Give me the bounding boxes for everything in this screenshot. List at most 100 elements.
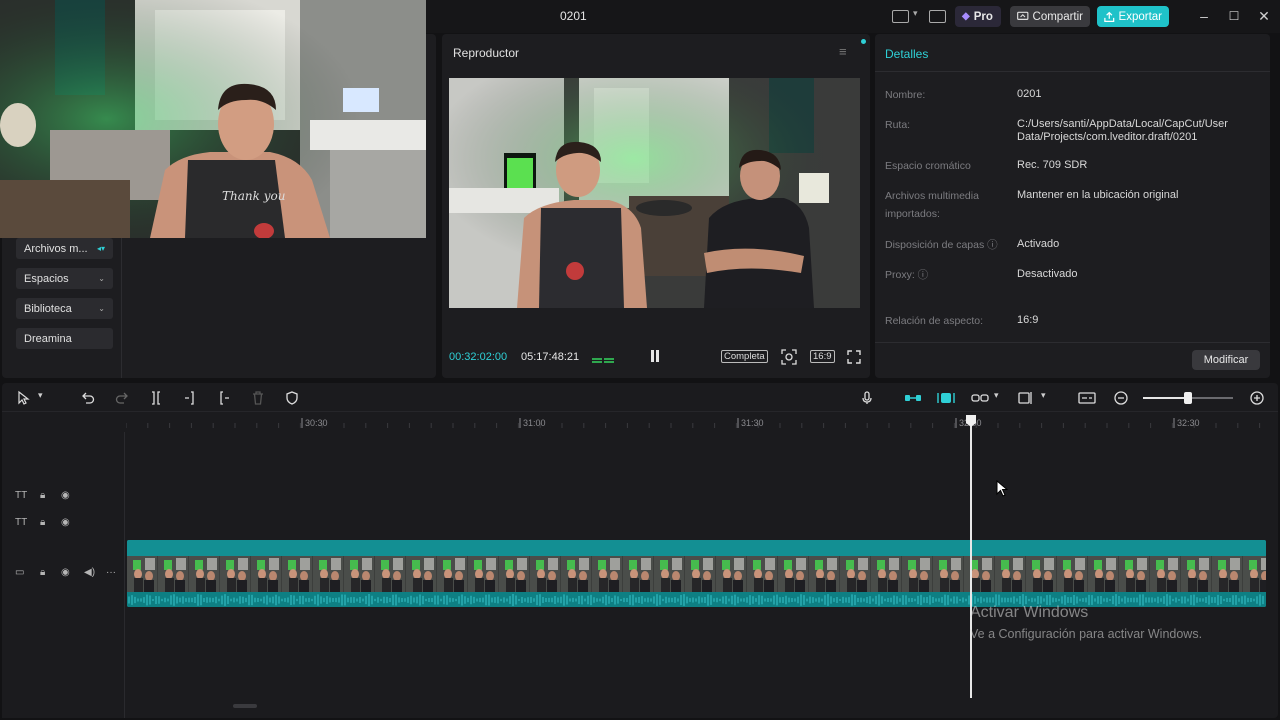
notification-dot [861,39,866,44]
chevron-down-icon: ◂▾ [96,244,105,253]
ruler-label: 30:30 [305,418,328,428]
pro-label: Pro [973,10,993,23]
clip-waveform [127,592,1266,607]
detail-value: Rec. 709 SDR [1017,159,1088,171]
microphone-icon[interactable] [859,390,875,406]
snapshot-icon[interactable] [781,349,797,365]
chevron-down-icon[interactable]: ▾ [994,390,1010,406]
chevron-down-icon: ⌄ [98,304,105,313]
close-icon[interactable]: ✕ [1256,8,1272,24]
windows-activation-subtitle: Ve a Configuración para activar Windows. [970,627,1203,641]
lock-icon[interactable]: 🔒︎ [40,490,45,501]
capcut-editor-window: 0201 ▾ ◆ Pro Compartir Exportar – ☐ ✕ Arc… [0,0,1280,720]
split-icon[interactable] [148,390,164,406]
text-track-icon: TT [15,517,28,528]
chevron-down-icon[interactable]: ▾ [913,8,918,19]
split-right-icon[interactable] [216,390,232,406]
detail-label: Ruta: [885,119,911,131]
webcam-feed-image: Thank you [0,0,426,238]
delete-icon[interactable] [250,390,266,406]
main-track-magnet-icon[interactable] [904,390,922,406]
share-button[interactable]: Compartir [1010,6,1090,27]
sidebar-item-label: Dreamina [24,332,72,345]
total-timecode: 05:17:48:21 [521,351,580,363]
fullscreen-icon[interactable] [847,350,861,364]
sidebar-item-archivos[interactable]: Archivos m... ◂▾ [16,238,113,259]
video-track-icon: ▭ [15,567,25,578]
detail-value: Mantener en la ubicación original [1017,189,1179,201]
more-icon[interactable]: ··· [106,567,116,578]
split-left-icon[interactable] [182,390,198,406]
detail-value: C:/Users/santi/AppData/Local/CapCut/User… [1017,118,1228,143]
detail-label: Relación de aspecto: [885,315,984,327]
video-frame-image [449,78,860,308]
detail-label: Espacio cromático [885,160,971,172]
eye-icon[interactable]: ◉ [61,490,70,501]
windows-activation-title: Activar Windows [970,604,1089,621]
auto-snap-icon[interactable] [937,390,955,406]
player-title: Reproductor [453,46,520,60]
playhead-line[interactable] [970,424,972,698]
sidebar-item-espacios[interactable]: Espacios ⌄ [16,268,113,289]
detail-value: 0201 [1017,88,1042,100]
link-icon[interactable] [971,390,989,406]
divider [875,342,1270,343]
eye-icon[interactable]: ◉ [61,517,70,528]
speaker-icon[interactable]: ◀︎) [84,567,95,578]
zoom-in-icon[interactable] [1249,390,1265,406]
pause-icon[interactable] [649,349,661,363]
menu-icon[interactable]: ≡ [839,44,847,59]
redo-icon[interactable] [114,390,130,406]
ruler-label: 32:30 [1177,418,1200,428]
zoom-slider-handle[interactable] [1184,392,1192,404]
modify-button[interactable]: Modificar [1192,350,1260,370]
sidebar-item-label: Archivos m... [24,242,88,255]
video-clip[interactable] [127,540,1266,607]
minimize-icon[interactable]: – [1196,8,1212,24]
diamond-icon: ◆ [962,11,970,22]
fit-button[interactable]: Completa [721,350,768,363]
detail-value: Activado [1017,238,1060,250]
divider [875,71,1270,72]
shortcut-panel-icon[interactable] [929,10,946,23]
maximize-icon[interactable]: ☐ [1226,8,1242,24]
detail-label: Disposición de capas ⓘ [885,239,998,251]
chevron-down-icon[interactable]: ▾ [1041,390,1057,406]
clip-thumbnails [127,556,1266,592]
project-title: 0201 [560,9,587,23]
detail-label: Archivos multimedia importados: [885,190,979,220]
zoom-slider-fill [1143,397,1188,399]
zoom-out-icon[interactable] [1113,390,1129,406]
preview-axis-icon[interactable] [1018,390,1036,406]
layout-icon[interactable] [892,10,909,23]
current-timecode: 00:32:02:00 [449,351,508,363]
clip-header [127,540,1266,556]
details-tab[interactable]: Detalles [885,47,928,61]
export-button[interactable]: Exportar [1097,6,1169,27]
aspect-ratio-button[interactable]: 16:9 [810,350,835,363]
webcam-overlay: Thank you [0,0,426,238]
detail-label: Proxy: ⓘ [885,269,929,281]
svg-text:Thank you: Thank you [222,189,285,203]
lock-icon[interactable]: 🔒︎ [40,517,45,528]
horizontal-scrollbar[interactable] [233,704,257,708]
shield-icon[interactable] [284,390,300,406]
audio-level-meter [592,358,614,363]
chevron-down-icon[interactable]: ▾ [38,390,54,406]
detail-value: Desactivado [1017,268,1078,280]
video-preview[interactable] [449,78,860,308]
playhead-handle[interactable] [965,414,977,428]
select-pointer-icon[interactable] [16,390,32,406]
sidebar-item-dreamina[interactable]: Dreamina [16,328,113,349]
timeline-ruler[interactable] [126,412,1276,432]
sidebar-item-biblioteca[interactable]: Biblioteca ⌄ [16,298,113,319]
pro-button[interactable]: ◆ Pro [955,6,1001,27]
text-track-icon: TT [15,490,28,501]
undo-icon[interactable] [80,390,96,406]
ruler-label: 31:00 [523,418,546,428]
lock-icon[interactable]: 🔒︎ [40,567,45,578]
caption-icon[interactable] [1078,390,1096,406]
eye-icon[interactable]: ◉ [61,567,70,578]
detail-label: Nombre: [885,89,926,101]
share-label: Compartir [1032,10,1083,23]
